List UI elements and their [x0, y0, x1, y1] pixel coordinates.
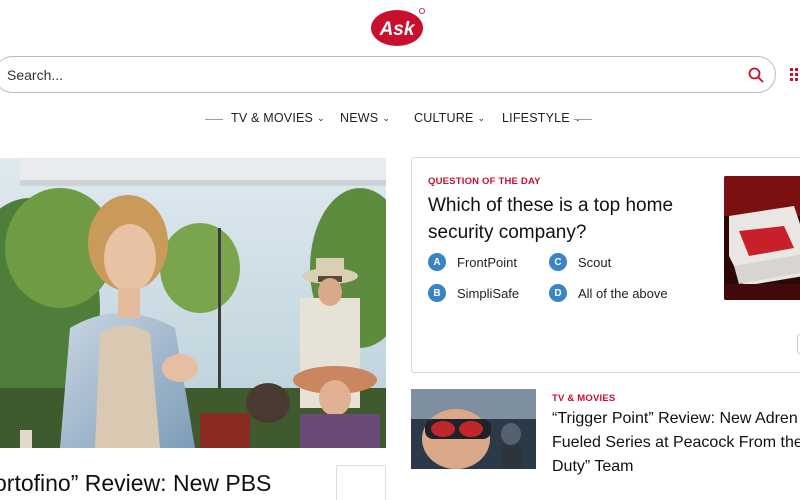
hero-article-title[interactable]: ortofino” Review: New PBS — [0, 470, 271, 497]
search-input[interactable] — [7, 65, 727, 85]
answer-letter-badge: C — [549, 253, 567, 271]
nav-item-lifestyle[interactable]: LIFESTYLE ⌄ — [502, 111, 582, 125]
card2-category[interactable]: TV & MOVIES — [552, 393, 615, 404]
answer-text: All of the above — [578, 285, 668, 301]
ask-logo[interactable]: Ask — [370, 6, 426, 48]
trigger-point-thumbnail[interactable] — [411, 389, 536, 469]
question-of-the-day-card: QUESTION OF THE DAY Which of these is a … — [411, 157, 800, 373]
card2-title-line: Duty” Team — [552, 458, 634, 475]
sneaker-thumbnail[interactable] — [724, 176, 800, 300]
answer-option-a[interactable]: A FrontPoint — [428, 253, 517, 271]
answer-option-d[interactable]: D All of the above — [549, 284, 668, 302]
chevron-down-icon: ⌄ — [477, 113, 486, 123]
nav-item-label: CULTURE — [414, 111, 474, 125]
logo-text: Ask — [379, 19, 416, 40]
answer-letter-badge: A — [428, 253, 446, 271]
answer-option-c[interactable]: C Scout — [549, 253, 611, 271]
qotd-question: Which of these is a top home security co… — [428, 195, 674, 243]
chevron-down-icon: ⌄ — [382, 113, 391, 123]
nav-item-culture[interactable]: CULTURE ⌄ — [414, 111, 485, 125]
card2-title[interactable]: “Trigger Point” Review: New Adren Fueled… — [552, 407, 800, 479]
answer-text: SimpliSafe — [457, 285, 520, 301]
category-nav: TV & MOVIES ⌄ NEWS ⌄ CULTURE ⌄ LIFESTYLE ⌄ — [0, 111, 800, 129]
nav-divider-left — [205, 119, 223, 120]
card2-title-line: “Trigger Point” Review: New Adren — [552, 410, 798, 427]
nav-item-label: NEWS — [340, 111, 379, 125]
hero-article-image[interactable] — [0, 158, 386, 448]
nav-item-tv-movies[interactable]: TV & MOVIES ⌄ — [231, 111, 325, 125]
answer-text: Scout — [578, 254, 612, 270]
nav-item-label: LIFESTYLE — [502, 111, 570, 125]
hero-side-box[interactable] — [336, 465, 386, 500]
search-bar[interactable] — [0, 56, 776, 93]
nav-item-news[interactable]: NEWS ⌄ — [340, 111, 390, 125]
search-icon[interactable] — [747, 66, 765, 84]
chevron-down-icon: ⌄ — [317, 113, 325, 123]
nav-divider-right — [574, 119, 592, 120]
answer-letter-badge: D — [549, 284, 567, 302]
apps-grid-icon[interactable] — [790, 68, 800, 82]
answer-text: FrontPoint — [457, 254, 517, 270]
qotd-label: QUESTION OF THE DAY — [428, 176, 541, 187]
nav-item-label: TV & MOVIES — [231, 111, 314, 125]
card2-title-line: Fueled Series at Peacock From the — [552, 434, 800, 451]
answer-option-b[interactable]: B SimpliSafe — [428, 284, 519, 302]
answer-letter-badge: B — [428, 284, 446, 302]
